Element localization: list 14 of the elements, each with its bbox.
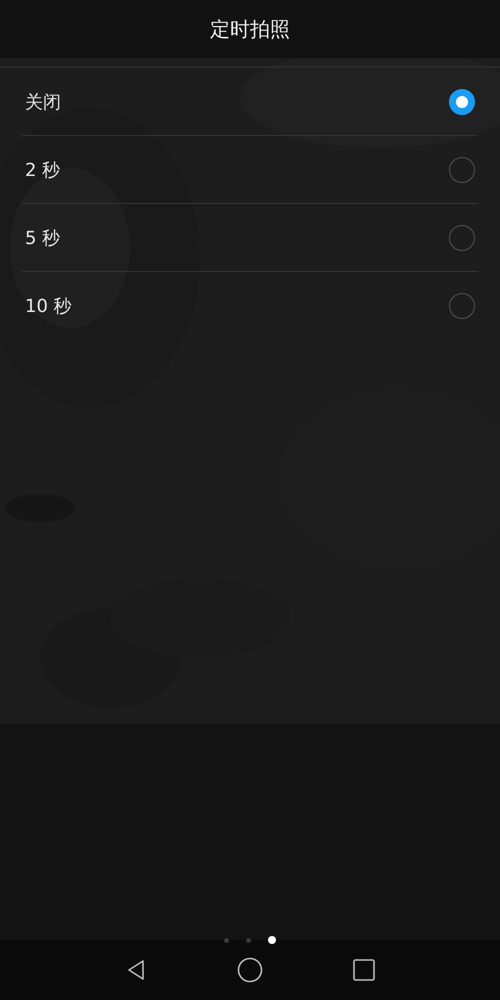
home-icon[interactable] <box>236 957 263 983</box>
timer-option[interactable]: 5 秒 <box>22 204 478 272</box>
option-label: 关闭 <box>25 90 61 114</box>
radio-button[interactable] <box>449 156 475 182</box>
timer-option[interactable]: 2 秒 <box>22 136 478 204</box>
option-label: 10 秒 <box>25 294 72 318</box>
screen-title: 定时拍照 <box>210 16 290 42</box>
recent-apps-icon[interactable] <box>352 958 376 982</box>
timer-option[interactable]: 关闭 <box>22 68 478 136</box>
radio-button[interactable] <box>449 292 475 318</box>
option-label: 5 秒 <box>25 226 60 250</box>
radio-button[interactable] <box>449 224 475 250</box>
timer-option[interactable]: 10 秒 <box>22 272 478 339</box>
option-label: 2 秒 <box>25 158 60 182</box>
